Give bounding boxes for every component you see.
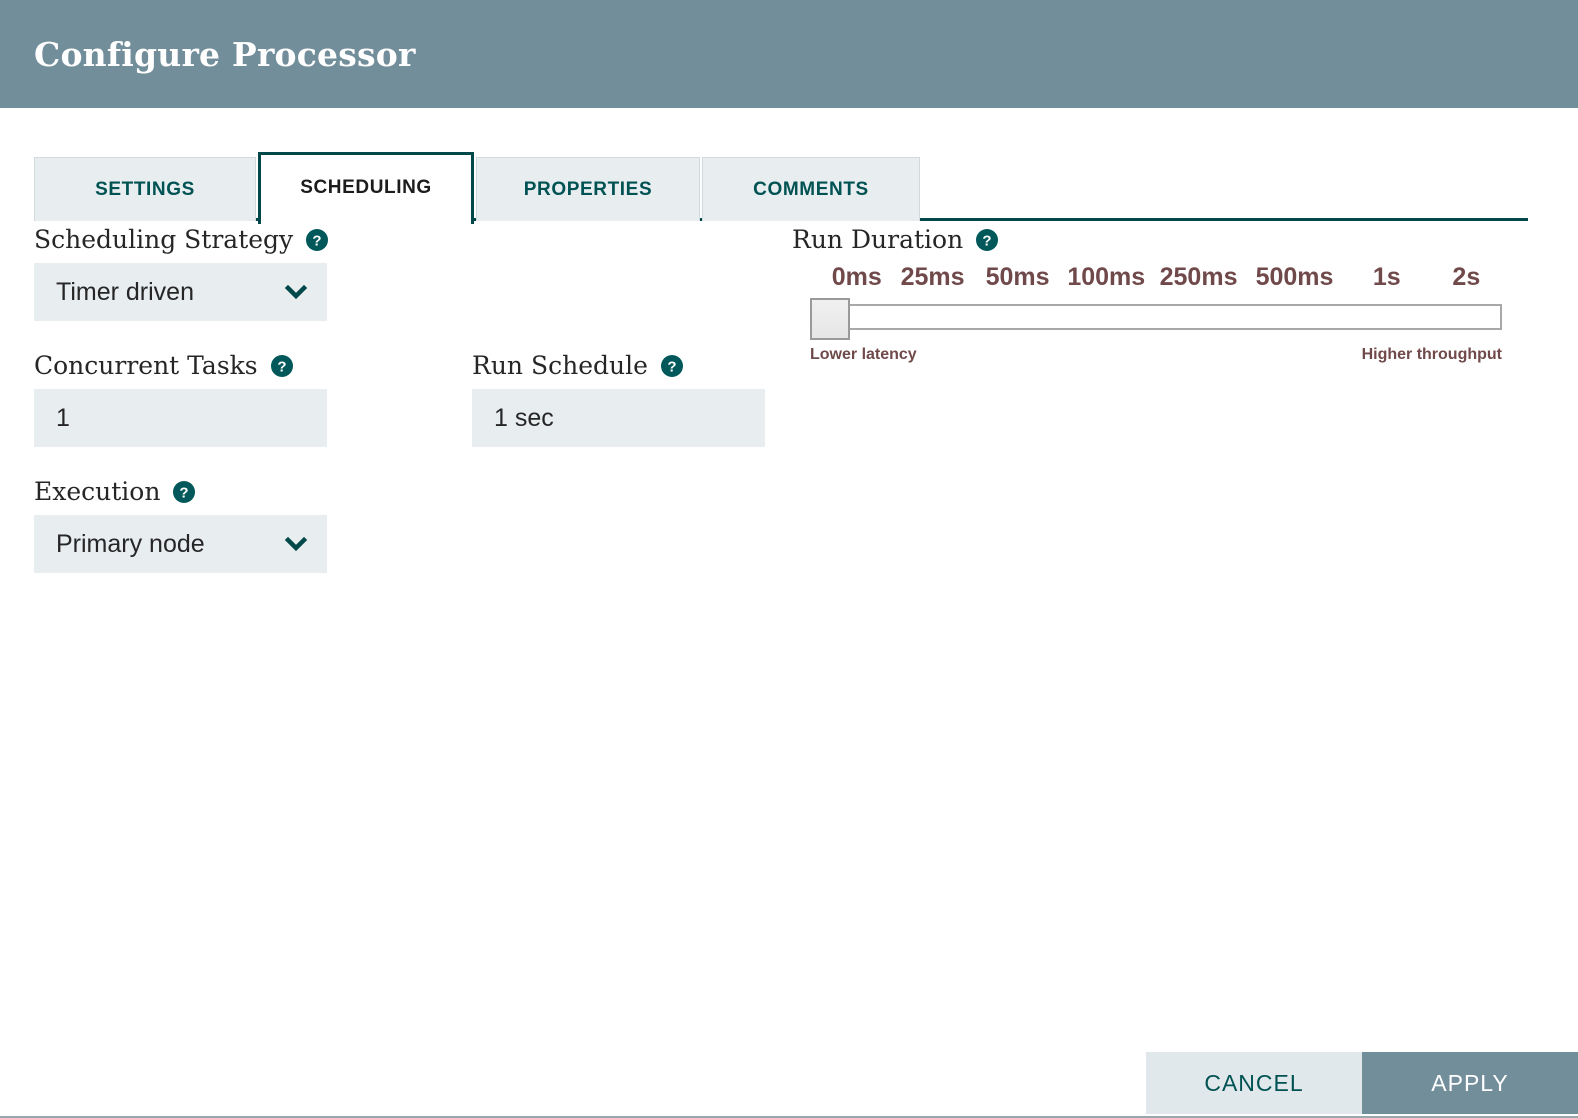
run-duration-tick[interactable]: 250ms: [1151, 263, 1246, 292]
run-schedule-label: Run Schedule: [472, 351, 648, 380]
run-duration-tick[interactable]: 100ms: [1061, 263, 1151, 292]
scheduling-strategy-select[interactable]: Timer driven: [34, 263, 327, 321]
run-duration-slider[interactable]: [810, 298, 1502, 340]
run-duration-tick[interactable]: 0ms: [822, 263, 891, 292]
page-title: Configure Processor: [34, 34, 416, 74]
help-circle-icon[interactable]: ?: [270, 354, 293, 377]
run-schedule-value: 1 sec: [494, 403, 554, 432]
run-duration-label: Run Duration: [792, 225, 964, 254]
slider-handle[interactable]: [810, 298, 850, 340]
lower-latency-label: Lower latency: [810, 346, 917, 363]
tab-scheduling[interactable]: SCHEDULING: [258, 152, 474, 224]
field-run-duration: Run Duration ? 0ms 25ms 50ms 100ms 250ms…: [792, 225, 1502, 364]
concurrent-tasks-value: 1: [56, 403, 70, 432]
tab-settings-label: SETTINGS: [95, 178, 195, 200]
run-duration-label-row: Run Duration ?: [792, 225, 1502, 254]
scheduling-strategy-value: Timer driven: [56, 277, 194, 306]
concurrent-tasks-label: Concurrent Tasks: [34, 351, 258, 380]
run-duration-tick[interactable]: 50ms: [974, 263, 1062, 292]
tab-settings[interactable]: SETTINGS: [34, 157, 256, 221]
run-duration-tick[interactable]: 2s: [1431, 263, 1502, 292]
field-concurrent-tasks: Concurrent Tasks ? 1: [34, 351, 327, 447]
svg-text:?: ?: [313, 232, 322, 249]
scheduling-tab-panel: Scheduling Strategy ? Timer driven Concu…: [0, 221, 1578, 1045]
execution-value: Primary node: [56, 529, 205, 558]
run-schedule-input[interactable]: 1 sec: [472, 389, 765, 447]
field-scheduling-strategy: Scheduling Strategy ? Timer driven: [34, 225, 329, 321]
higher-throughput-label: Higher throughput: [1361, 346, 1502, 363]
execution-label-row: Execution ?: [34, 477, 327, 506]
scheduling-strategy-label: Scheduling Strategy: [34, 225, 294, 254]
tab-comments[interactable]: COMMENTS: [702, 157, 920, 221]
svg-text:?: ?: [667, 358, 676, 375]
scheduling-strategy-label-row: Scheduling Strategy ?: [34, 225, 329, 254]
tab-bar: SETTINGS SCHEDULING PROPERTIES COMMENTS: [0, 149, 1578, 224]
concurrent-tasks-label-row: Concurrent Tasks ?: [34, 351, 327, 380]
dialog-footer: CANCEL APPLY: [0, 1052, 1578, 1114]
slider-track[interactable]: [836, 304, 1502, 330]
apply-button[interactable]: APPLY: [1362, 1052, 1578, 1114]
run-duration-end-labels: Lower latency Higher throughput: [810, 346, 1502, 364]
field-execution: Execution ? Primary node: [34, 477, 327, 573]
tab-properties-label: PROPERTIES: [523, 178, 653, 200]
help-circle-icon[interactable]: ?: [306, 228, 329, 251]
field-run-schedule: Run Schedule ? 1 sec: [472, 351, 765, 447]
chevron-down-icon: [283, 531, 309, 557]
configure-processor-dialog: Configure Processor SETTINGS SCHEDULING …: [0, 0, 1578, 1118]
help-circle-icon[interactable]: ?: [976, 228, 999, 251]
apply-button-label: APPLY: [1431, 1069, 1509, 1096]
svg-text:?: ?: [983, 232, 992, 249]
tab-comments-label: COMMENTS: [753, 178, 869, 200]
dialog-header: Configure Processor: [0, 0, 1578, 108]
run-duration-tick[interactable]: 500ms: [1246, 263, 1343, 292]
execution-label: Execution: [34, 477, 161, 506]
run-duration-tick[interactable]: 1s: [1343, 263, 1431, 292]
tab-properties[interactable]: PROPERTIES: [476, 157, 700, 221]
help-circle-icon[interactable]: ?: [173, 480, 196, 503]
run-duration-tick[interactable]: 25ms: [891, 263, 973, 292]
concurrent-tasks-input[interactable]: 1: [34, 389, 327, 447]
svg-text:?: ?: [180, 484, 189, 501]
run-schedule-label-row: Run Schedule ?: [472, 351, 765, 380]
tab-scheduling-label: SCHEDULING: [300, 177, 432, 198]
cancel-button-label: CANCEL: [1204, 1069, 1304, 1096]
help-circle-icon[interactable]: ?: [660, 354, 683, 377]
execution-select[interactable]: Primary node: [34, 515, 327, 573]
cancel-button[interactable]: CANCEL: [1146, 1052, 1362, 1114]
run-duration-tick-labels: 0ms 25ms 50ms 100ms 250ms 500ms 1s 2s: [792, 263, 1502, 292]
svg-text:?: ?: [277, 358, 286, 375]
chevron-down-icon: [283, 279, 309, 305]
